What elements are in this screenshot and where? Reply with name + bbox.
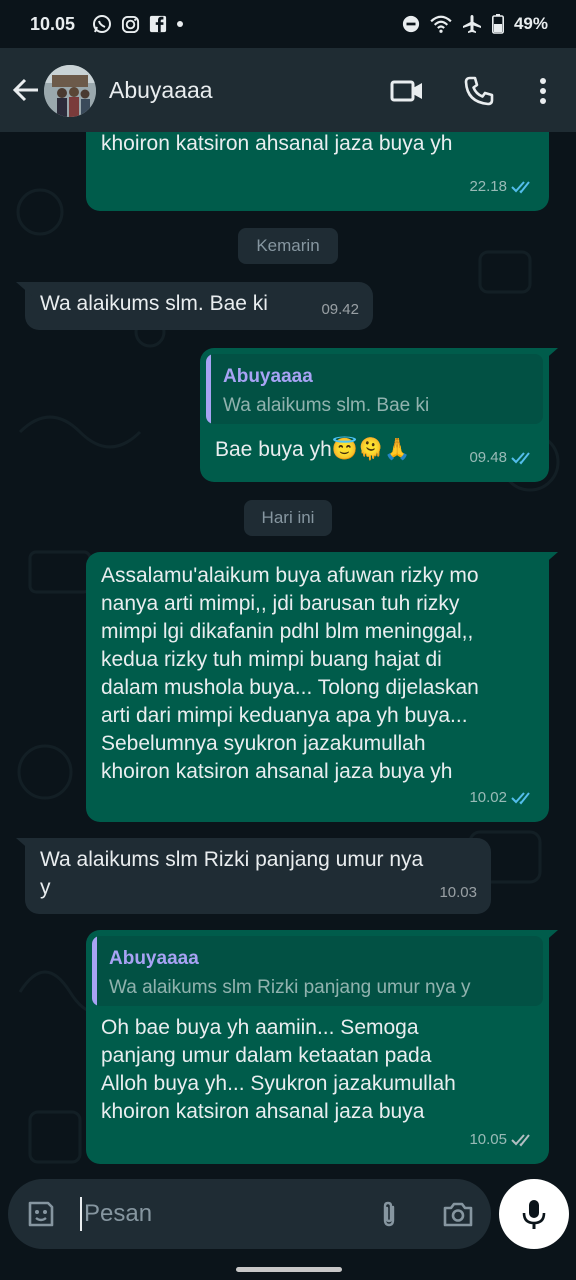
message-time: 22.18 [469,178,507,195]
instagram-icon [121,15,140,33]
message-meta: 09.42 [321,296,359,324]
message-text: Oh bae buya yh aamiin... Semoga panjang … [101,1016,456,1123]
status-notification-icons [92,14,184,34]
status-bar: 10.05 49% [0,0,576,48]
message-incoming[interactable]: Wa alaikums slm Rizki panjang umur nya y… [16,838,491,914]
message-time: 09.42 [321,301,359,318]
sticker-icon[interactable] [26,1199,56,1229]
date-separator: Hari ini [244,500,332,536]
message-meta: 09.48 [469,444,535,472]
composer-bar: Pesan [0,1177,576,1280]
mic-button[interactable] [499,1179,569,1249]
message-text: Assalamu'alaikum buya afuwan rizky mo na… [101,564,479,783]
bubble-tail [542,930,558,944]
read-receipt-icon [511,181,530,194]
facebook-icon [149,15,167,33]
input-placeholder: Pesan [84,1200,153,1227]
message-incoming[interactable]: Wa alaikums slm. Bae ki 09.42 [16,282,373,330]
attach-icon[interactable] [374,1199,404,1229]
quote-text: Wa alaikums slm. Bae ki [223,395,430,416]
quote-author: Abuyaaaa [109,948,199,969]
read-receipt-icon [511,452,530,465]
message-time: 09.48 [469,449,507,466]
notification-dot-icon [177,21,183,27]
message-text: Sebelumnya syukron jazakumullah khoiron … [101,132,453,155]
bubble-tail [16,282,32,296]
battery-icon [491,14,504,34]
text-caret [80,1197,82,1231]
whatsapp-icon [93,15,111,33]
message-meta: 10.03 [439,879,477,907]
status-system-icons: 49% [402,14,548,34]
bubble-tail [542,552,558,566]
microphone-icon [522,1200,546,1229]
read-receipt-icon [511,792,530,805]
message-time: 10.03 [439,884,477,901]
quoted-message[interactable]: Abuyaaaa Wa alaikums slm. Bae ki [206,354,543,424]
message-input[interactable]: Pesan [8,1179,491,1249]
message-text: Wa alaikums slm Rizki panjang umur nya y [40,848,424,899]
contact-name[interactable]: Abuyaaaa [109,77,213,104]
quote-text: Wa alaikums slm Rizki panjang umur nya y [109,977,471,998]
quote-author: Abuyaaaa [223,366,313,387]
message-time: 10.02 [469,789,507,806]
date-label: Hari ini [261,508,315,527]
do-not-disturb-icon [402,15,420,33]
message-text: Wa alaikums slm. Bae ki [40,292,268,315]
airplane-icon [462,15,481,33]
bubble-tail [16,838,32,852]
more-options-icon[interactable] [526,74,560,108]
message-meta: 22.18 [469,173,535,201]
chat-area[interactable]: Sebelumnya syukron jazakumullah khoiron … [0,132,576,1177]
back-arrow-icon[interactable] [10,74,42,106]
message-outgoing-reply[interactable]: Abuyaaaa Wa alaikums slm Rizki panjang u… [86,930,558,1164]
battery-percentage: 49% [513,14,548,33]
message-meta: 10.02 [469,784,535,812]
message-outgoing[interactable]: Sebelumnya syukron jazakumullah khoiron … [86,132,549,211]
video-call-icon[interactable] [390,74,424,108]
message-outgoing[interactable]: Assalamu'alaikum buya afuwan rizky mo na… [86,552,558,822]
voice-call-icon[interactable] [462,74,496,108]
avatar[interactable] [44,65,96,117]
wifi-icon [430,15,452,33]
quote-accent-bar [206,354,211,424]
date-label: Kemarin [256,236,320,255]
message-outgoing-reply[interactable]: Abuyaaaa Wa alaikums slm. Bae ki Bae buy… [200,348,558,482]
status-time: 10.05 [30,14,76,34]
chat-header: Abuyaaaa [0,48,576,132]
date-separator: Kemarin [238,228,338,264]
bubble-tail [542,348,558,362]
quote-accent-bar [92,936,97,1006]
navigation-handle[interactable] [236,1267,342,1272]
message-time: 10.05 [469,1131,507,1148]
camera-icon[interactable] [442,1199,474,1229]
quoted-message[interactable]: Abuyaaaa Wa alaikums slm Rizki panjang u… [92,936,543,1006]
message-meta: 10.05 [469,1126,535,1154]
delivered-receipt-icon [511,1134,530,1147]
